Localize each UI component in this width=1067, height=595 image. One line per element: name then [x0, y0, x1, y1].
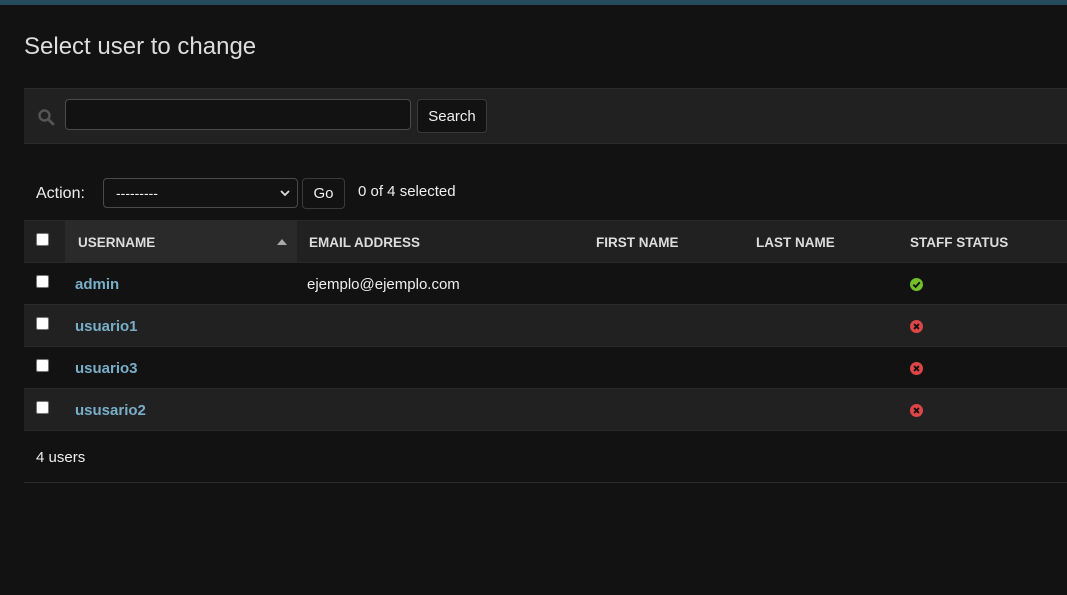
username-link[interactable]: usuario3	[75, 360, 138, 377]
staff-status-cell	[899, 388, 1067, 431]
email-value: ejemplo@ejemplo.com	[307, 276, 460, 293]
row-checkbox[interactable]	[36, 275, 49, 288]
first-name-cell	[585, 346, 745, 389]
last-name-cell	[745, 262, 899, 305]
staff-status-cell	[899, 346, 1067, 389]
table-row: usuario1	[24, 304, 1067, 347]
column-header-label: Last name	[756, 235, 835, 250]
staff-status-cell	[899, 304, 1067, 347]
username-cell: usuario3	[65, 346, 297, 389]
column-header-username[interactable]: Username	[65, 220, 297, 263]
username-link[interactable]: admin	[75, 276, 119, 293]
username-link[interactable]: ususario2	[75, 402, 146, 419]
column-header-label: Email address	[309, 235, 421, 250]
column-header-first-name[interactable]: First name	[585, 220, 745, 263]
row-select-cell	[24, 262, 65, 305]
header-bar	[0, 0, 1067, 5]
select-all-column	[24, 220, 65, 263]
row-checkbox[interactable]	[36, 359, 49, 372]
first-name-cell	[585, 388, 745, 431]
result-count: 4 users	[36, 449, 86, 466]
row-select-cell	[24, 388, 65, 431]
check-circle-icon	[910, 278, 923, 291]
row-select-cell	[24, 304, 65, 347]
x-circle-icon	[910, 320, 923, 333]
table-row: admin ejemplo@ejemplo.com	[24, 262, 1067, 305]
select-all-checkbox[interactable]	[36, 233, 49, 246]
selection-counter: 0 of 4 selected	[358, 183, 456, 200]
column-header-label: Staff status	[910, 235, 1009, 250]
first-name-cell	[585, 304, 745, 347]
username-cell: admin	[65, 262, 297, 305]
page-title: Select user to change	[24, 33, 257, 60]
staff-status-cell	[899, 262, 1067, 305]
email-cell	[297, 388, 585, 431]
go-button[interactable]: Go	[302, 178, 345, 209]
last-name-cell	[745, 304, 899, 347]
table-header-row: Username Email address First name Last n…	[24, 220, 1067, 263]
username-link[interactable]: usuario1	[75, 318, 138, 335]
column-header-label: First name	[596, 235, 679, 250]
x-circle-icon	[910, 362, 923, 375]
sort-ascending-icon[interactable]	[277, 239, 287, 245]
x-circle-icon	[910, 404, 923, 417]
first-name-cell	[585, 262, 745, 305]
search-button[interactable]: Search	[417, 99, 487, 133]
table-row: ususario2	[24, 388, 1067, 431]
results-table: Username Email address First name Last n…	[24, 220, 1067, 431]
column-header-email[interactable]: Email address	[297, 220, 585, 263]
username-cell: usuario1	[65, 304, 297, 347]
column-header-label: Username	[78, 235, 156, 250]
row-select-cell	[24, 346, 65, 389]
username-cell: ususario2	[65, 388, 297, 431]
row-checkbox[interactable]	[36, 317, 49, 330]
search-toolbar: Search	[24, 88, 1067, 144]
email-cell	[297, 304, 585, 347]
last-name-cell	[745, 388, 899, 431]
action-select[interactable]: ---------	[103, 178, 298, 208]
chevron-down-icon	[280, 190, 290, 197]
paginator: 4 users	[24, 431, 1067, 483]
search-input[interactable]	[65, 99, 411, 130]
email-cell	[297, 346, 585, 389]
column-header-staff-status[interactable]: Staff status	[899, 220, 1067, 263]
table-row: usuario3	[24, 346, 1067, 389]
action-label: Action:	[36, 185, 85, 202]
action-select-value: ---------	[116, 185, 158, 201]
email-cell: ejemplo@ejemplo.com	[297, 262, 585, 305]
search-icon	[38, 109, 55, 126]
last-name-cell	[745, 346, 899, 389]
column-header-last-name[interactable]: Last name	[745, 220, 899, 263]
row-checkbox[interactable]	[36, 401, 49, 414]
